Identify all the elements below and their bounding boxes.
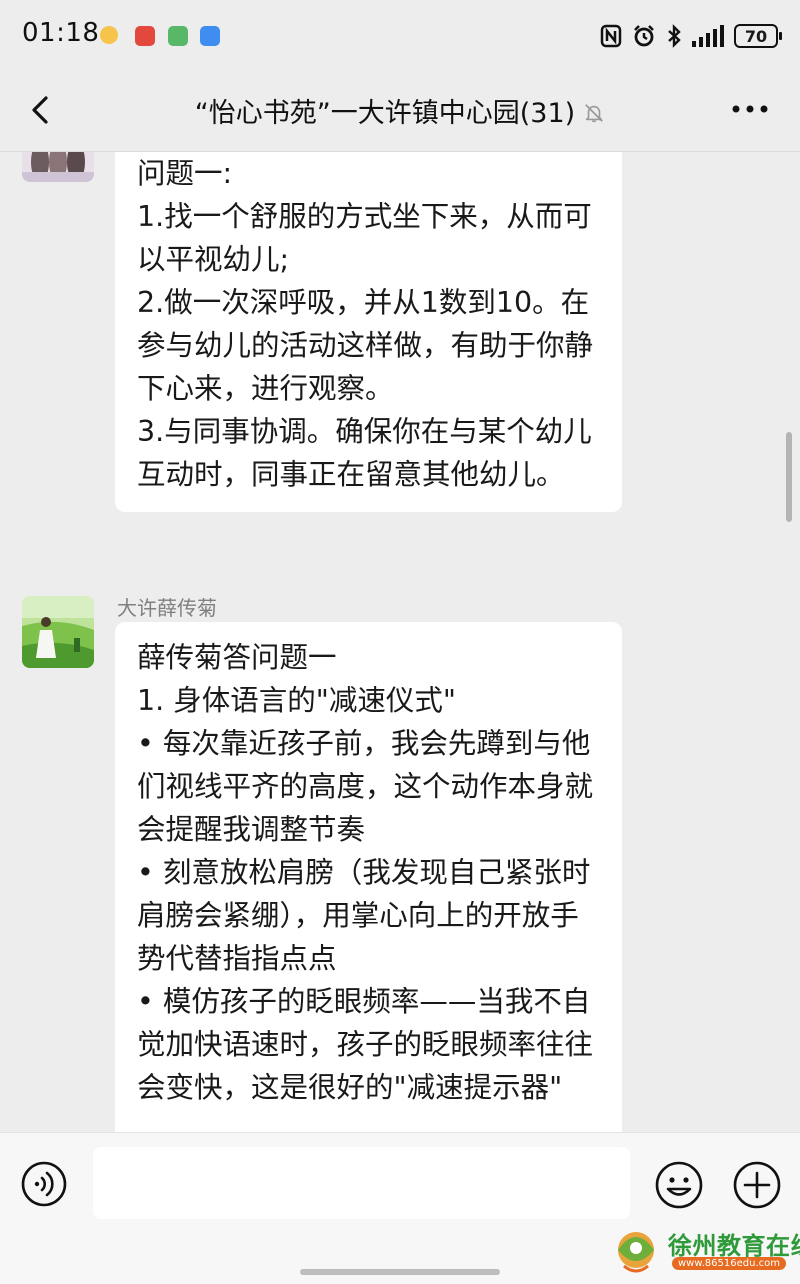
message-text: 薛传菊答问题一 1. 身体语言的"减速仪式" • 每次靠近孩子前，我会先蹲到与他… bbox=[137, 641, 594, 1104]
more-dots-icon[interactable] bbox=[728, 94, 772, 124]
plus-icon[interactable] bbox=[732, 1160, 782, 1210]
watermark-url: www.86516edu.com bbox=[672, 1257, 786, 1270]
battery-icon: 70 bbox=[734, 24, 782, 48]
blue-app-icon bbox=[200, 26, 220, 46]
avatar[interactable] bbox=[22, 152, 94, 182]
watermark-logo: 徐州教育在线 www.86516edu.com bbox=[606, 1222, 800, 1278]
leaf-logo-icon bbox=[618, 1232, 654, 1273]
nfc-icon bbox=[600, 24, 622, 48]
sender-name: 大许薛传菊 bbox=[117, 596, 217, 620]
chat-title-text: “怡心书苑”一大许镇中心园(31) bbox=[194, 98, 576, 129]
person-in-field-avatar-icon bbox=[22, 596, 94, 668]
signal-icon bbox=[692, 25, 724, 47]
group-photo-avatar-icon bbox=[22, 152, 94, 182]
green-app-icon bbox=[168, 26, 188, 46]
alarm-icon bbox=[634, 25, 654, 47]
reader-app-icon bbox=[135, 26, 155, 46]
message-list[interactable]: 问题一: 1.找一个舒服的方式坐下来，从而可以平视幼儿; 2.做一次深呼吸，并从… bbox=[0, 152, 800, 1132]
message-bubble[interactable]: 问题一: 1.找一个舒服的方式坐下来，从而可以平视幼儿; 2.做一次深呼吸，并从… bbox=[115, 152, 622, 512]
chat-header: “怡心书苑”一大许镇中心园(31) bbox=[0, 72, 800, 152]
chat-title[interactable]: “怡心书苑”一大许镇中心园(31) bbox=[0, 91, 800, 130]
bluetooth-icon bbox=[668, 24, 681, 48]
avatar[interactable] bbox=[22, 596, 94, 668]
watermark-title: 徐州教育在线 bbox=[668, 1232, 800, 1260]
voice-icon[interactable] bbox=[20, 1160, 68, 1208]
status-bar: 01:18 70 bbox=[0, 0, 800, 72]
weather-app-icon bbox=[100, 26, 118, 44]
message-text: 问题一: 1.找一个舒服的方式坐下来，从而可以平视幼儿; 2.做一次深呼吸，并从… bbox=[137, 157, 594, 491]
message-bubble[interactable]: 薛传菊答问题一 1. 身体语言的"减速仪式" • 每次靠近孩子前，我会先蹲到与他… bbox=[115, 622, 622, 1132]
mute-bell-icon bbox=[585, 104, 604, 123]
battery-level: 70 bbox=[744, 26, 768, 46]
status-time: 01:18 bbox=[22, 18, 100, 48]
emoji-icon[interactable] bbox=[654, 1160, 704, 1210]
home-indicator[interactable] bbox=[300, 1269, 500, 1275]
message-input[interactable] bbox=[93, 1147, 630, 1219]
scrollbar[interactable] bbox=[786, 432, 792, 522]
